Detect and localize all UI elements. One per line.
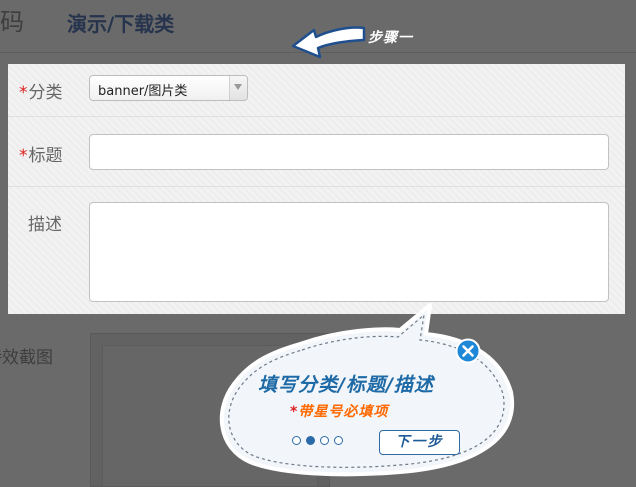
tooltip-heading: 填写分类/标题/描述 — [258, 374, 434, 396]
pagination-dot[interactable] — [292, 436, 301, 445]
close-button[interactable] — [455, 338, 481, 364]
category-selected-value: banner/图片类 — [98, 84, 188, 99]
tooltip-note-text: 带星号必填项 — [298, 404, 389, 420]
screenshot-preview-area — [102, 345, 318, 487]
category-select[interactable]: banner/图片类 — [89, 75, 248, 101]
pagination-dot[interactable] — [320, 436, 329, 445]
screenshot-label: 特效截图 — [0, 348, 53, 368]
tooltip-note: *带星号必填项 — [290, 401, 388, 421]
chevron-down-icon — [234, 84, 242, 90]
dropdown-toggle[interactable] — [229, 76, 247, 100]
breadcrumb-link[interactable]: 演示/下载类 — [67, 8, 174, 37]
title-input[interactable] — [89, 134, 609, 170]
required-mark: * — [19, 83, 28, 103]
step-label: 步骤一 — [368, 30, 413, 46]
description-label: 描述 — [28, 215, 62, 235]
close-icon — [455, 338, 481, 364]
row-divider — [8, 186, 625, 187]
required-mark: * — [19, 146, 28, 166]
pagination-dot[interactable] — [334, 436, 343, 445]
category-label-text: 分类 — [28, 83, 63, 103]
next-step-button[interactable]: 下一步 — [379, 430, 460, 455]
row-divider — [8, 116, 625, 117]
step-arrow-icon — [291, 26, 366, 59]
category-label: *分类 — [19, 78, 63, 103]
page-title-partial: 码 — [0, 8, 24, 36]
description-textarea[interactable] — [89, 202, 609, 302]
title-label-text: 标题 — [28, 146, 63, 166]
pagination-dot-active[interactable] — [306, 436, 315, 445]
title-label: *标题 — [19, 141, 63, 166]
